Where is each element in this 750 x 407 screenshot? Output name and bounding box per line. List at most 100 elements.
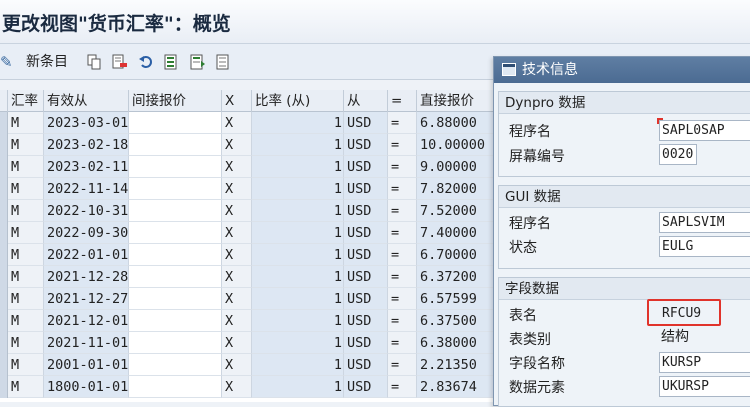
- column-header-equals[interactable]: =: [388, 90, 417, 112]
- equals-cell[interactable]: =: [388, 332, 417, 354]
- rate-type-cell[interactable]: M: [8, 288, 44, 310]
- x-cell[interactable]: X: [222, 178, 252, 200]
- equals-cell[interactable]: =: [388, 134, 417, 156]
- pencil-icon[interactable]: ✎: [0, 50, 16, 74]
- x-cell[interactable]: X: [222, 332, 252, 354]
- x-cell[interactable]: X: [222, 376, 252, 398]
- data-element-field[interactable]: UKURSP: [659, 376, 750, 397]
- column-header-direct-quote[interactable]: 直接报价: [417, 90, 497, 112]
- direct-quote-cell[interactable]: 6.37500: [417, 310, 497, 332]
- indirect-quote-cell[interactable]: [129, 222, 222, 244]
- x-cell[interactable]: X: [222, 354, 252, 376]
- row-selector[interactable]: [0, 244, 8, 266]
- indirect-quote-cell[interactable]: [129, 200, 222, 222]
- rate-type-cell[interactable]: M: [8, 376, 44, 398]
- row-selector[interactable]: [0, 310, 8, 332]
- equals-cell[interactable]: =: [388, 266, 417, 288]
- rate-type-cell[interactable]: M: [8, 244, 44, 266]
- row-selector[interactable]: [0, 376, 8, 398]
- from-currency-cell[interactable]: USD: [344, 244, 388, 266]
- indirect-quote-cell[interactable]: [129, 156, 222, 178]
- from-currency-cell[interactable]: USD: [344, 266, 388, 288]
- x-cell[interactable]: X: [222, 134, 252, 156]
- direct-quote-cell[interactable]: 7.40000: [417, 222, 497, 244]
- direct-quote-cell[interactable]: 6.37200: [417, 266, 497, 288]
- ratio-from-cell[interactable]: 1: [252, 134, 344, 156]
- row-selector[interactable]: [0, 266, 8, 288]
- row-selector[interactable]: [0, 112, 8, 134]
- indirect-quote-cell[interactable]: [129, 266, 222, 288]
- x-cell[interactable]: X: [222, 310, 252, 332]
- equals-cell[interactable]: =: [388, 156, 417, 178]
- indirect-quote-cell[interactable]: [129, 288, 222, 310]
- new-entries-button[interactable]: 新条目: [26, 50, 68, 74]
- gui-status-field[interactable]: EULG: [659, 236, 750, 257]
- rate-type-cell[interactable]: M: [8, 222, 44, 244]
- indirect-quote-cell[interactable]: [129, 376, 222, 398]
- equals-cell[interactable]: =: [388, 376, 417, 398]
- ratio-from-cell[interactable]: 1: [252, 178, 344, 200]
- valid-from-cell[interactable]: 2023-02-11: [44, 156, 129, 178]
- ratio-from-cell[interactable]: 1: [252, 354, 344, 376]
- select-block-icon[interactable]: [190, 53, 206, 71]
- valid-from-cell[interactable]: 2021-11-01: [44, 332, 129, 354]
- row-selector[interactable]: [0, 288, 8, 310]
- x-cell[interactable]: X: [222, 288, 252, 310]
- row-selector[interactable]: [0, 134, 8, 156]
- valid-from-cell[interactable]: 2022-10-31: [44, 200, 129, 222]
- indirect-quote-cell[interactable]: [129, 134, 222, 156]
- x-cell[interactable]: X: [222, 244, 252, 266]
- column-header-valid-from[interactable]: 有效从: [44, 90, 129, 112]
- column-header-ratio-from[interactable]: 比率 (从): [252, 90, 344, 112]
- direct-quote-cell[interactable]: 7.82000: [417, 178, 497, 200]
- rate-type-cell[interactable]: M: [8, 134, 44, 156]
- row-selector[interactable]: [0, 332, 8, 354]
- ratio-from-cell[interactable]: 1: [252, 310, 344, 332]
- valid-from-cell[interactable]: 2021-12-28: [44, 266, 129, 288]
- ratio-from-cell[interactable]: 1: [252, 266, 344, 288]
- equals-cell[interactable]: =: [388, 178, 417, 200]
- ratio-from-cell[interactable]: 1: [252, 112, 344, 134]
- equals-cell[interactable]: =: [388, 200, 417, 222]
- undo-icon[interactable]: [138, 53, 154, 71]
- from-currency-cell[interactable]: USD: [344, 156, 388, 178]
- x-cell[interactable]: X: [222, 156, 252, 178]
- valid-from-cell[interactable]: 2022-11-14: [44, 178, 129, 200]
- rate-type-cell[interactable]: M: [8, 354, 44, 376]
- column-header-x[interactable]: X: [222, 90, 252, 112]
- column-header-rate-type[interactable]: 汇率: [8, 90, 44, 112]
- direct-quote-cell[interactable]: 2.83674: [417, 376, 497, 398]
- direct-quote-cell[interactable]: 9.00000: [417, 156, 497, 178]
- rate-type-cell[interactable]: M: [8, 332, 44, 354]
- copy-icon[interactable]: [86, 53, 102, 71]
- direct-quote-cell[interactable]: 10.00000: [417, 134, 497, 156]
- screen-number-field[interactable]: 0020: [659, 144, 697, 165]
- from-currency-cell[interactable]: USD: [344, 178, 388, 200]
- direct-quote-cell[interactable]: 6.88000: [417, 112, 497, 134]
- ratio-from-cell[interactable]: 1: [252, 244, 344, 266]
- rate-type-cell[interactable]: M: [8, 112, 44, 134]
- row-selector[interactable]: [0, 222, 8, 244]
- rate-type-cell[interactable]: M: [8, 310, 44, 332]
- x-cell[interactable]: X: [222, 200, 252, 222]
- valid-from-cell[interactable]: 2022-01-01: [44, 244, 129, 266]
- valid-from-cell[interactable]: 1800-01-01: [44, 376, 129, 398]
- valid-from-cell[interactable]: 2023-02-18: [44, 134, 129, 156]
- from-currency-cell[interactable]: USD: [344, 310, 388, 332]
- rate-type-cell[interactable]: M: [8, 266, 44, 288]
- select-all-icon[interactable]: [164, 53, 180, 71]
- from-currency-cell[interactable]: USD: [344, 288, 388, 310]
- row-selector[interactable]: [0, 200, 8, 222]
- indirect-quote-cell[interactable]: [129, 310, 222, 332]
- valid-from-cell[interactable]: 2023-03-01: [44, 112, 129, 134]
- indirect-quote-cell[interactable]: [129, 332, 222, 354]
- direct-quote-cell[interactable]: 2.21350: [417, 354, 497, 376]
- rate-type-cell[interactable]: M: [8, 200, 44, 222]
- ratio-from-cell[interactable]: 1: [252, 156, 344, 178]
- column-header-from-currency[interactable]: 从: [344, 90, 388, 112]
- from-currency-cell[interactable]: USD: [344, 222, 388, 244]
- ratio-from-cell[interactable]: 1: [252, 222, 344, 244]
- from-currency-cell[interactable]: USD: [344, 200, 388, 222]
- row-selector[interactable]: [0, 354, 8, 376]
- direct-quote-cell[interactable]: 6.57599: [417, 288, 497, 310]
